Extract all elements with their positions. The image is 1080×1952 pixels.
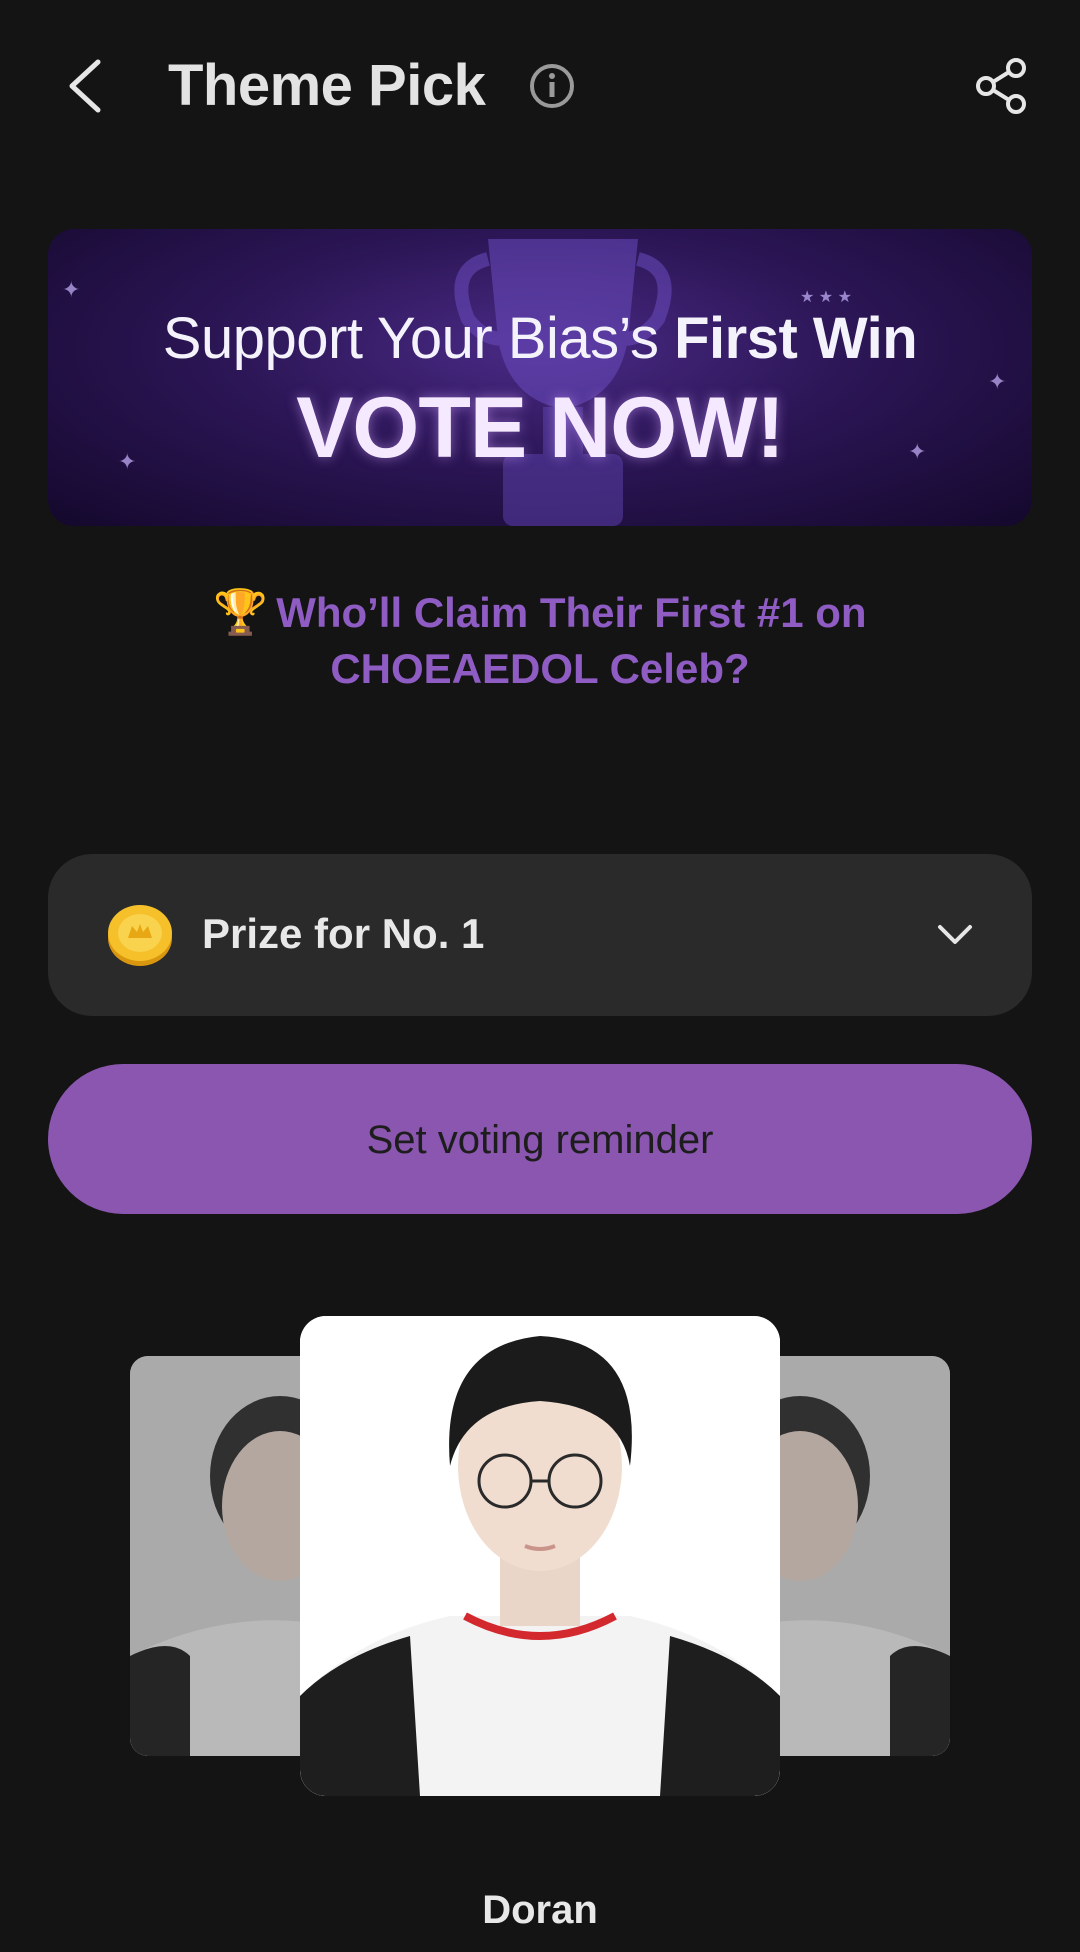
- person-photo-graphic: [750, 1356, 950, 1756]
- headline-text: Who’ll Claim Their First #1 on CHOEAEDOL…: [276, 589, 867, 692]
- trophy-icon: 🏆: [213, 588, 269, 637]
- set-reminder-button[interactable]: Set voting reminder: [48, 1064, 1032, 1214]
- page-title: Theme Pick: [168, 53, 486, 118]
- banner-line-1: Support Your Bias’s First Win: [48, 305, 1032, 372]
- header-bar: Theme Pick: [0, 0, 1080, 170]
- chevron-left-icon: [69, 59, 101, 113]
- prize-label: Prize for No. 1: [202, 910, 485, 957]
- banner-line-1-highlight: First Win: [674, 306, 918, 371]
- chevron-down-icon: [938, 925, 972, 944]
- person-photo-graphic: [300, 1316, 780, 1796]
- candidate-name: Doran: [482, 1888, 598, 1932]
- banner-line-1-prefix: Support Your Bias’s: [162, 306, 659, 371]
- next-candidate-photo[interactable]: [750, 1356, 950, 1756]
- back-button[interactable]: [58, 54, 114, 118]
- coin-icon: [108, 905, 172, 966]
- promo-banner[interactable]: ✦ ✦ ✦ ✦ ★ ★ ★ Support Your Bias’s First …: [48, 229, 1032, 526]
- banner-line-2: VOTE NOW!: [296, 380, 785, 476]
- prize-dropdown[interactable]: Prize for No. 1: [48, 854, 1032, 1016]
- share-icon: [976, 58, 1026, 114]
- info-icon[interactable]: [528, 62, 576, 110]
- share-button[interactable]: [972, 56, 1032, 116]
- sparkle-icon: ★ ★ ★: [800, 289, 852, 306]
- trophy-graphic: [454, 239, 672, 526]
- event-headline: 🏆 Who’ll Claim Their First #1 on CHOEAEDO…: [90, 585, 990, 697]
- sparkle-icon: ✦: [62, 277, 81, 302]
- candidate-photo[interactable]: [300, 1316, 780, 1796]
